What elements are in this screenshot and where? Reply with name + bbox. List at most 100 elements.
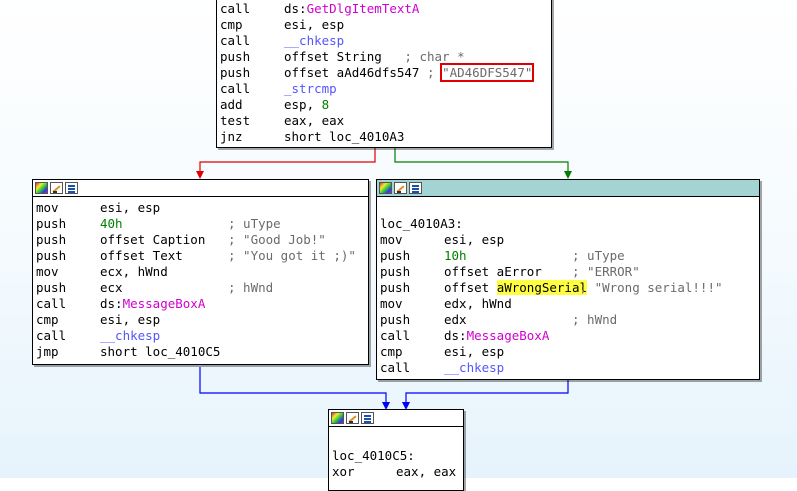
asm-mnemonic: cmp — [220, 17, 243, 32]
asm-operand: esi, esp — [444, 344, 504, 360]
asm-mnemonic: call — [380, 328, 411, 343]
asm-line[interactable]: call ds:MessageBoxA — [36, 296, 368, 312]
asm-line[interactable]: mov edx, hWnd — [380, 296, 759, 312]
asm-line[interactable]: push offset Text ; "You got it ;)" — [36, 248, 368, 264]
code-block-bottom[interactable]: loc_4010C5: xor eax, eax — [328, 409, 464, 491]
asm-line[interactable]: jnz short loc_4010A3 — [220, 129, 551, 145]
asm-operand: offset aAd46dfs547 ; "AD46DFS547" — [284, 63, 535, 82]
code-lines: call ds:GetDlgItemTextA cmp esi, esp call __c… — [217, 0, 551, 145]
asm-line[interactable]: call ds:MessageBoxA — [380, 328, 759, 344]
asm-line[interactable]: call __chkesp — [380, 360, 759, 376]
block-header — [329, 410, 463, 427]
operand-text: ecx — [100, 280, 123, 295]
operand-text: short loc_4010C5 — [100, 344, 221, 359]
asm-comment: ; "You got it ;)" — [228, 248, 356, 263]
asm-mnemonic: call — [220, 1, 251, 16]
asm-line[interactable]: call ds:GetDlgItemTextA — [220, 1, 551, 17]
asm-mnemonic: push — [36, 232, 67, 247]
graph-view-icon[interactable] — [409, 182, 422, 194]
operand-link[interactable]: __chkesp — [100, 328, 160, 343]
asm-comment: ; uType — [228, 216, 281, 231]
asm-line[interactable]: push ecx ; hWnd — [36, 280, 368, 296]
asm-mnemonic: cmp — [36, 312, 59, 327]
code-block-left[interactable]: mov esi, esp push 40h ; uType push offset Capt… — [32, 179, 369, 365]
operand-text: offset String — [284, 49, 405, 64]
asm-line[interactable]: test eax, eax — [220, 113, 551, 129]
operand-text: eax, eax — [284, 113, 345, 128]
asm-line[interactable]: call __chkesp — [36, 328, 368, 344]
asm-mnemonic: cmp — [380, 344, 403, 359]
operand-text: esi, esp — [444, 232, 505, 247]
code-lines: loc_4010A3: mov esi, esp push 10h; uType pus… — [377, 197, 759, 376]
code-lines: mov esi, esp push 40h ; uType push offset Capt… — [33, 197, 368, 360]
asm-line[interactable]: cmp esi, esp — [220, 17, 551, 33]
asm-mnemonic: push — [380, 312, 411, 327]
asm-mnemonic: push — [36, 216, 67, 231]
asm-operand: offset String ; char * — [284, 49, 465, 65]
asm-line[interactable]: push offset aError ; "ERROR" — [380, 264, 759, 280]
asm-line[interactable]: jmp short loc_4010C5 — [36, 344, 368, 360]
operand-function[interactable]: MessageBoxA — [467, 328, 550, 343]
code-block-top[interactable]: call ds:GetDlgItemTextA cmp esi, esp call __c… — [216, 0, 552, 148]
asm-line[interactable]: mov esi, esp — [380, 232, 759, 248]
edit-icon[interactable] — [394, 182, 407, 194]
asm-line[interactable]: push offset aWrongSerial ; "Wrong serial!… — [380, 280, 759, 296]
operand-number: 10h — [444, 248, 467, 263]
block-label[interactable]: loc_4010A3: — [380, 216, 759, 232]
asm-line[interactable]: add esp, 8 — [220, 97, 551, 113]
asm-operand: edx — [444, 312, 467, 328]
asm-line[interactable]: cmp esi, esp — [36, 312, 368, 328]
operand-link[interactable]: __chkesp — [444, 360, 504, 375]
asm-line[interactable]: mov esi, esp — [36, 200, 368, 216]
asm-line[interactable]: push offset Caption ; "Good Job!" — [36, 232, 368, 248]
asm-mnemonic: mov — [380, 296, 403, 311]
edit-icon[interactable] — [50, 182, 63, 194]
operand-text: esi, esp — [100, 312, 161, 327]
operand-text: esp, — [284, 97, 322, 112]
graph-color-icon[interactable] — [331, 412, 344, 424]
operand-text: eax, eax — [396, 464, 457, 479]
asm-comment: ; "ERROR" — [572, 264, 640, 279]
asm-line[interactable]: cmp esi, esp — [380, 344, 759, 360]
asm-operand: _strcmp — [284, 81, 337, 97]
edge-jump-right — [405, 380, 569, 403]
block-header — [377, 180, 759, 197]
operand-text: ds: — [284, 1, 307, 16]
edit-icon[interactable] — [346, 412, 359, 424]
asm-line[interactable]: call __chkesp — [220, 33, 551, 49]
asm-operand: eax, eax — [284, 113, 344, 129]
asm-comment: ; hWnd — [228, 280, 274, 295]
asm-operand: offset Caption — [100, 232, 205, 248]
graph-view-icon[interactable] — [65, 182, 78, 194]
asm-mnemonic: push — [220, 65, 251, 80]
asm-line[interactable]: push 40h ; uType — [36, 216, 368, 232]
operand-text: esi, esp — [284, 17, 345, 32]
edge-false — [199, 148, 376, 173]
operand-function[interactable]: GetDlgItemTextA — [307, 1, 420, 16]
operand-text: offset aAd46dfs547 — [284, 65, 427, 80]
edge-false-arrow — [196, 171, 204, 179]
operand-function[interactable]: MessageBoxA — [123, 296, 206, 311]
operand-link[interactable]: _strcmp — [284, 81, 337, 96]
operand-text: offset aError — [444, 264, 542, 279]
operand-link[interactable]: __chkesp — [284, 33, 344, 48]
graph-color-icon[interactable] — [35, 182, 48, 194]
asm-mnemonic: jmp — [36, 344, 59, 359]
code-block-right[interactable]: loc_4010A3: mov esi, esp push 10h; uType pus… — [376, 179, 760, 380]
asm-operand: 10h — [444, 248, 467, 264]
graph-view-icon[interactable] — [361, 412, 374, 424]
asm-line[interactable]: push offset aAd46dfs547 ; "AD46DFS547" — [220, 63, 551, 82]
operand-number: 8 — [321, 97, 330, 112]
block-label[interactable]: loc_4010C5: — [332, 448, 463, 464]
asm-operand: esi, esp — [444, 232, 504, 248]
asm-line[interactable]: push edx ; hWnd — [380, 312, 759, 328]
edge-jump-left — [199, 367, 387, 403]
asm-line[interactable]: push 10h ; uType — [380, 248, 759, 264]
asm-line[interactable]: mov ecx, hWnd — [36, 264, 368, 280]
operand-text: esi, esp — [100, 200, 161, 215]
asm-line[interactable]: call _strcmp — [220, 81, 551, 97]
asm-mnemonic: call — [36, 328, 67, 343]
asm-line[interactable]: push offset String ; char * — [220, 49, 551, 65]
asm-comment: ; "Good Job!" — [228, 232, 326, 247]
graph-color-icon[interactable] — [379, 182, 392, 194]
